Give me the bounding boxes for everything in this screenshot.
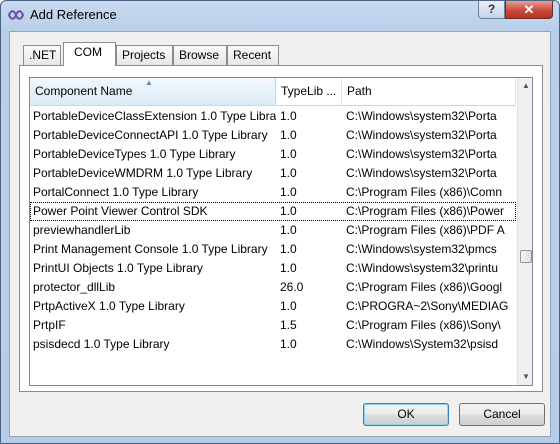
add-reference-dialog: Add Reference ? ✕ .NET COM Projects Brow…: [0, 0, 560, 444]
cell-typelib-version: 1.0: [280, 166, 297, 180]
list-row-selected[interactable]: Power Point Viewer Control SDK 1.0 C:\Pr…: [30, 202, 516, 221]
cell-component-name: protector_dllLib: [33, 280, 116, 294]
cell-typelib-version: 1.5: [280, 318, 297, 332]
cell-path: C:\Windows\system32\printu: [346, 261, 499, 275]
ok-button[interactable]: OK: [363, 403, 449, 426]
cell-typelib-version: 1.0: [280, 242, 297, 256]
scroll-up-arrow-icon[interactable]: ▲: [518, 78, 532, 94]
cell-component-name: Power Point Viewer Control SDK: [33, 204, 208, 218]
scrollbar-thumb[interactable]: [520, 250, 532, 263]
sort-ascending-icon: ▲: [145, 78, 153, 87]
window-title: Add Reference: [30, 7, 117, 22]
cell-path: C:\Program Files (x86)\Comn: [346, 185, 503, 199]
cell-path: C:\Windows\system32\Porta: [346, 166, 497, 180]
help-button[interactable]: ?: [478, 1, 505, 19]
cell-path: C:\Windows\system32\Porta: [346, 147, 497, 161]
cell-typelib-version: 1.0: [280, 109, 297, 123]
column-header-component-name[interactable]: ▲ Component Name: [30, 78, 276, 105]
list-row[interactable]: PrtpIF 1.5 C:\Program Files (x86)\Sony\: [30, 316, 516, 335]
list-header: ▲ Component Name TypeLib ... Path: [30, 78, 516, 106]
tab-com[interactable]: COM: [63, 42, 116, 66]
cell-path: C:\Program Files (x86)\Sony\: [346, 318, 501, 332]
cell-component-name: PortableDeviceWMDRM 1.0 Type Library: [33, 166, 253, 180]
cell-component-name: psisdecd 1.0 Type Library: [33, 337, 170, 351]
cell-component-name: PrtpIF: [33, 318, 66, 332]
list-row[interactable]: PortableDeviceWMDRM 1.0 Type Library 1.0…: [30, 164, 516, 183]
list-row[interactable]: PortableDeviceConnectAPI 1.0 Type Librar…: [30, 126, 516, 145]
cell-component-name: previewhandlerLib: [33, 223, 131, 237]
cell-typelib-version: 1.0: [280, 128, 297, 142]
column-header-label: Component Name: [35, 84, 133, 98]
vertical-scrollbar[interactable]: ▲ ▼: [517, 78, 532, 385]
cell-component-name: PrintUI Objects 1.0 Type Library: [33, 261, 203, 275]
cell-path: C:\Program Files (x86)\Power: [346, 204, 505, 218]
tab-projects[interactable]: Projects: [116, 45, 173, 65]
cell-typelib-version: 26.0: [280, 280, 304, 294]
cell-component-name: PortableDeviceClassExtension 1.0 Type Li…: [33, 109, 276, 123]
cell-typelib-version: 1.0: [280, 299, 297, 313]
scroll-down-arrow-icon[interactable]: ▼: [518, 369, 532, 385]
title-bar[interactable]: Add Reference ? ✕: [1, 1, 559, 29]
cell-typelib-version: 1.0: [280, 147, 297, 161]
cell-component-name: PrtpActiveX 1.0 Type Library: [33, 299, 185, 313]
list-row[interactable]: psisdecd 1.0 Type Library 1.0 C:\Windows…: [30, 335, 516, 354]
column-header-typelib[interactable]: TypeLib ...: [276, 78, 342, 105]
cell-typelib-version: 1.0: [280, 337, 297, 351]
list-row[interactable]: Print Management Console 1.0 Type Librar…: [30, 240, 516, 259]
list-row[interactable]: PrintUI Objects 1.0 Type Library 1.0 C:\…: [30, 259, 516, 278]
cell-typelib-version: 1.0: [280, 185, 297, 199]
cell-component-name: PortableDeviceConnectAPI 1.0 Type Librar…: [33, 128, 268, 142]
tab-recent[interactable]: Recent: [227, 45, 279, 65]
list-row[interactable]: PortableDeviceClassExtension 1.0 Type Li…: [30, 107, 516, 126]
column-header-path[interactable]: Path: [342, 78, 516, 105]
cell-path: C:\Windows\system32\Porta: [346, 128, 497, 142]
cell-path: C:\Windows\system32\pmcs: [346, 242, 497, 256]
list-row[interactable]: protector_dllLib 26.0 C:\Program Files (…: [30, 278, 516, 297]
list-row[interactable]: PortalConnect 1.0 Type Library 1.0 C:\Pr…: [30, 183, 516, 202]
cell-path: C:\Program Files (x86)\Googl: [346, 280, 503, 294]
close-button[interactable]: ✕: [505, 1, 553, 19]
cell-path: C:\PROGRA~2\Sony\MEDIAG: [346, 299, 509, 313]
dialog-client-area: .NET COM Projects Browse Recent ▲ Compon…: [9, 31, 551, 437]
tab-browse[interactable]: Browse: [173, 45, 227, 65]
component-list[interactable]: ▲ Component Name TypeLib ... Path Portab…: [29, 77, 533, 386]
cell-component-name: PortalConnect 1.0 Type Library: [33, 185, 199, 199]
cell-path: C:\Windows\system32\Porta: [346, 109, 497, 123]
cell-typelib-version: 1.0: [280, 223, 297, 237]
list-row[interactable]: PortableDeviceTypes 1.0 Type Library 1.0…: [30, 145, 516, 164]
list-row[interactable]: previewhandlerLib 1.0 C:\Program Files (…: [30, 221, 516, 240]
cell-path: C:\Windows\System32\psisd: [346, 337, 499, 351]
cancel-button[interactable]: Cancel: [459, 403, 545, 426]
tab-dotnet[interactable]: .NET: [23, 45, 61, 65]
cell-typelib-version: 1.0: [280, 261, 297, 275]
cell-typelib-version: 1.0: [280, 204, 297, 218]
visual-studio-icon: [8, 10, 24, 20]
cell-path: C:\Program Files (x86)\PDF A: [346, 223, 505, 237]
cell-component-name: PortableDeviceTypes 1.0 Type Library: [33, 147, 236, 161]
cell-component-name: Print Management Console 1.0 Type Librar…: [33, 242, 268, 256]
list-row[interactable]: PrtpActiveX 1.0 Type Library 1.0 C:\PROG…: [30, 297, 516, 316]
